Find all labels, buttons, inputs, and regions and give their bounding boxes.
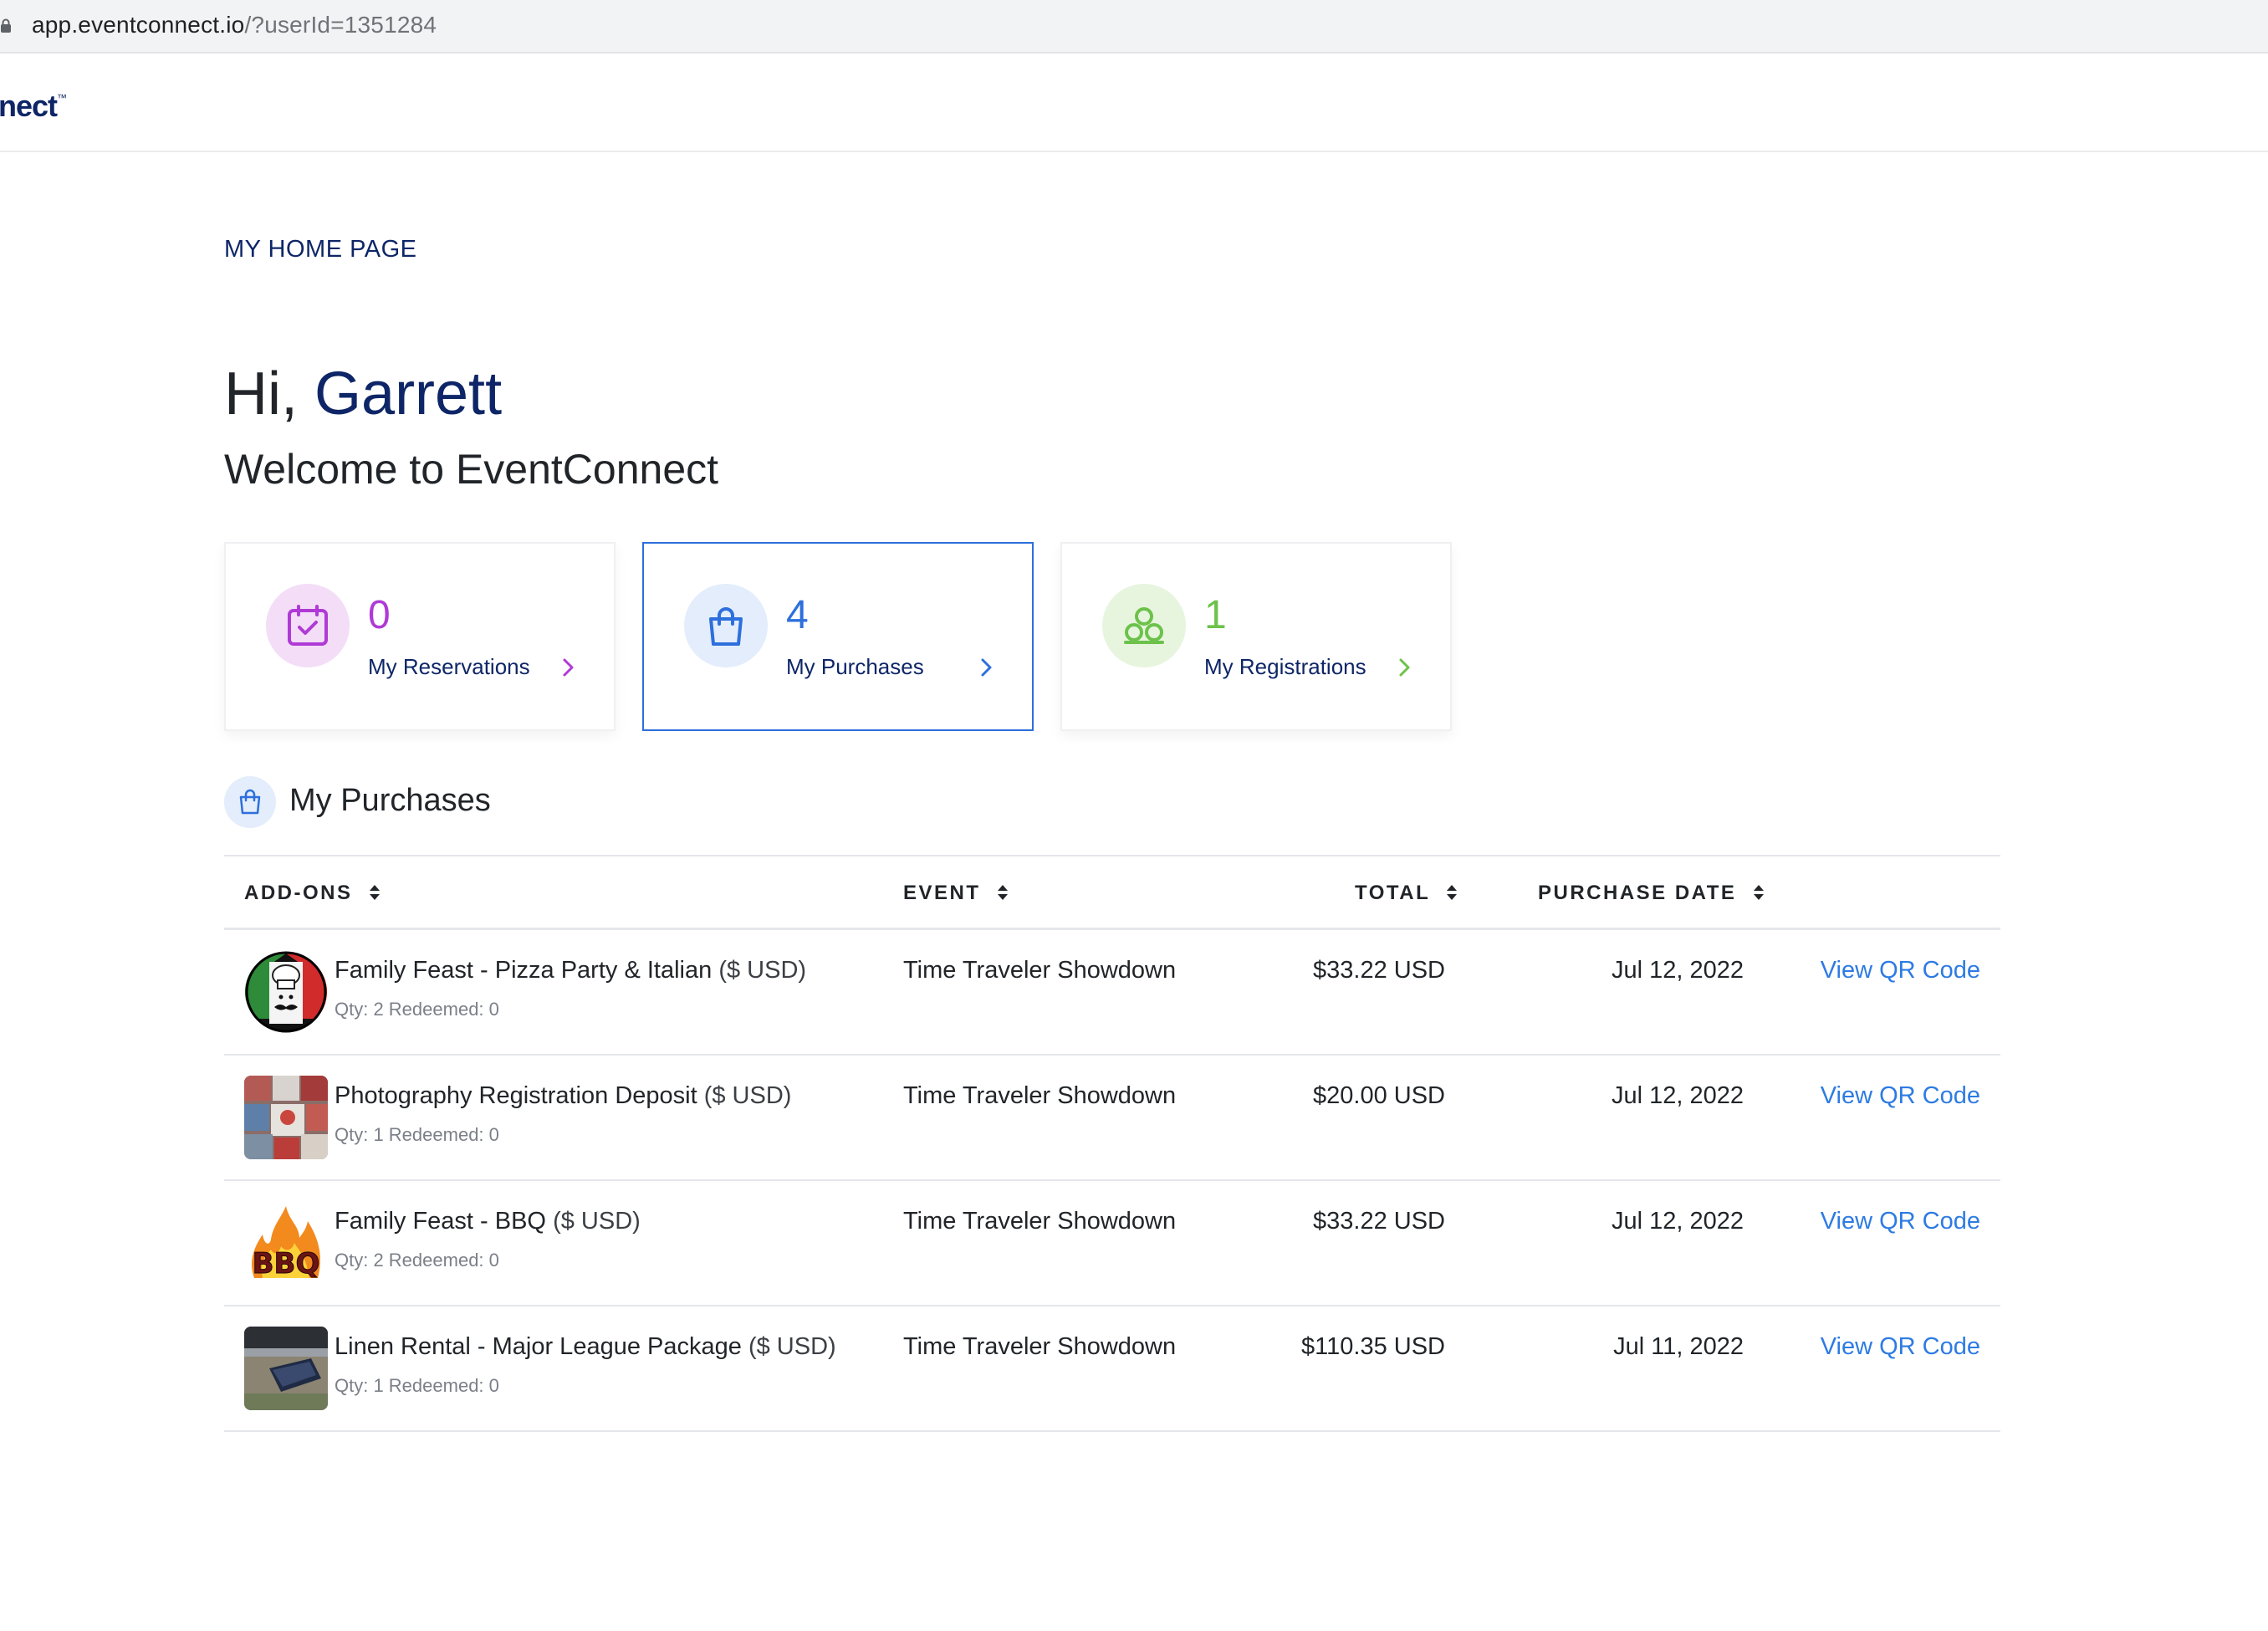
logo-text: nect bbox=[0, 89, 58, 123]
col-header-addons[interactable]: ADD-ONS bbox=[244, 882, 381, 905]
purchases-table: ADD-ONS EVENT TOTAL PURCHASE DATE Family… bbox=[224, 855, 2000, 1432]
sort-icon bbox=[997, 885, 1008, 900]
addon-title: Family Feast - BBQ bbox=[335, 1208, 546, 1235]
bbq-logo-text: BBQ bbox=[253, 1247, 320, 1281]
table-row: Family Feast - Pizza Party & Italian ($ … bbox=[224, 930, 2000, 1056]
purchase-date: Jul 12, 2022 bbox=[1611, 1208, 1744, 1235]
section-title: My Purchases bbox=[289, 783, 491, 818]
user-name: Garrett bbox=[314, 360, 503, 427]
sort-icon bbox=[369, 885, 380, 900]
event-name: Time Traveler Showdown bbox=[903, 957, 1177, 984]
app-header: nect™ bbox=[0, 55, 2268, 152]
view-qr-code-link[interactable]: View QR Code bbox=[1821, 1208, 1980, 1235]
table-header: ADD-ONS EVENT TOTAL PURCHASE DATE bbox=[224, 855, 2000, 930]
total-amount: $110.35 USD bbox=[1301, 1333, 1445, 1360]
addon-name: Photography Registration Deposit ($ USD) bbox=[335, 1082, 791, 1110]
url-host: app.eventconnect.io bbox=[32, 12, 245, 38]
addon-currency: ($ USD) bbox=[703, 1082, 792, 1109]
purchase-date: Jul 12, 2022 bbox=[1611, 957, 1744, 984]
event-name: Time Traveler Showdown bbox=[903, 1333, 1177, 1360]
bbq-flame-thumb: BBQ bbox=[244, 1201, 328, 1285]
greeting-hi: Hi, bbox=[224, 360, 298, 427]
addon-title: Photography Registration Deposit bbox=[335, 1082, 697, 1109]
addon-qty-redeemed: Qty: 2 Redeemed: 0 bbox=[335, 1250, 499, 1271]
purchase-date: Jul 11, 2022 bbox=[1613, 1333, 1744, 1360]
total-amount: $33.22 USD bbox=[1313, 1208, 1445, 1235]
col-header-event[interactable]: EVENT bbox=[903, 882, 1009, 905]
section-badge bbox=[224, 776, 276, 828]
table-row: BBQ Family Feast - BBQ ($ USD) Qty: 2 Re… bbox=[224, 1181, 2000, 1306]
breadcrumb[interactable]: MY HOME PAGE bbox=[224, 236, 417, 263]
col-header-date-label: PURCHASE DATE bbox=[1538, 882, 1737, 904]
url-text[interactable]: app.eventconnect.io/?userId=1351284 bbox=[32, 12, 437, 38]
table-row: Photography Registration Deposit ($ USD)… bbox=[224, 1056, 2000, 1181]
col-header-total[interactable]: TOTAL bbox=[1355, 882, 1458, 905]
purchases-count: 4 bbox=[786, 593, 809, 637]
col-header-purchase-date[interactable]: PURCHASE DATE bbox=[1538, 882, 1765, 905]
lock-icon bbox=[1, 18, 11, 33]
addon-currency: ($ USD) bbox=[553, 1208, 641, 1235]
registrations-label: My Registrations bbox=[1204, 654, 1366, 679]
col-header-addons-label: ADD-ONS bbox=[244, 882, 353, 904]
view-qr-code-link[interactable]: View QR Code bbox=[1821, 1333, 1980, 1361]
reservations-badge bbox=[266, 584, 350, 667]
reservations-label: My Reservations bbox=[368, 654, 530, 679]
total-amount: $33.22 USD bbox=[1313, 957, 1445, 984]
table-row: Linen Rental - Major League Package ($ U… bbox=[224, 1306, 2000, 1432]
reservations-card[interactable]: 0 My Reservations bbox=[224, 542, 616, 731]
browser-address-bar[interactable]: app.eventconnect.io/?userId=1351284 bbox=[0, 0, 2268, 54]
addon-qty-redeemed: Qty: 1 Redeemed: 0 bbox=[335, 1375, 499, 1396]
addon-qty-redeemed: Qty: 2 Redeemed: 0 bbox=[335, 999, 499, 1020]
registrations-count: 1 bbox=[1204, 593, 1227, 637]
welcome-subtitle: Welcome to EventConnect bbox=[224, 446, 719, 493]
view-qr-code-link[interactable]: View QR Code bbox=[1821, 957, 1980, 984]
addon-title: Family Feast - Pizza Party & Italian bbox=[335, 957, 713, 984]
eventconnect-logo[interactable]: nect™ bbox=[0, 89, 67, 124]
addon-name: Linen Rental - Major League Package ($ U… bbox=[335, 1333, 836, 1361]
event-name: Time Traveler Showdown bbox=[903, 1082, 1177, 1109]
shopping-bag-icon bbox=[709, 607, 743, 646]
registrations-card[interactable]: 1 My Registrations bbox=[1060, 542, 1452, 731]
addon-title: Linen Rental - Major League Package bbox=[335, 1333, 742, 1360]
purchases-badge bbox=[684, 584, 768, 667]
total-amount: $20.00 USD bbox=[1313, 1082, 1445, 1109]
reservations-count: 0 bbox=[368, 593, 391, 637]
italian-chef-thumb bbox=[244, 950, 328, 1034]
sort-icon bbox=[1447, 885, 1458, 900]
calendar-check-icon bbox=[288, 605, 328, 646]
photo-collage-thumb bbox=[244, 1076, 328, 1159]
logo-trademark: ™ bbox=[57, 92, 67, 104]
chevron-right-icon bbox=[1399, 658, 1410, 677]
col-header-event-label: EVENT bbox=[903, 882, 981, 904]
greeting-heading: Hi, Garrett bbox=[224, 360, 502, 428]
addon-currency: ($ USD) bbox=[748, 1333, 836, 1360]
addon-name: Family Feast - BBQ ($ USD) bbox=[335, 1208, 641, 1235]
col-header-total-label: TOTAL bbox=[1355, 882, 1430, 904]
chevron-right-icon bbox=[563, 658, 574, 677]
purchases-card[interactable]: 4 My Purchases bbox=[642, 542, 1034, 731]
shopping-bag-icon bbox=[239, 789, 261, 815]
view-qr-code-link[interactable]: View QR Code bbox=[1821, 1082, 1980, 1110]
event-name: Time Traveler Showdown bbox=[903, 1208, 1177, 1235]
addon-qty-redeemed: Qty: 1 Redeemed: 0 bbox=[335, 1124, 499, 1145]
purchases-label: My Purchases bbox=[786, 654, 924, 679]
purchase-date: Jul 12, 2022 bbox=[1611, 1082, 1744, 1109]
registrations-badge bbox=[1102, 584, 1186, 667]
circles-group-icon bbox=[1124, 607, 1164, 644]
dugout-thumb bbox=[244, 1327, 328, 1410]
chevron-right-icon bbox=[981, 658, 992, 677]
addon-currency: ($ USD) bbox=[718, 957, 807, 984]
addon-name: Family Feast - Pizza Party & Italian ($ … bbox=[335, 957, 806, 984]
url-path: /?userId=1351284 bbox=[244, 12, 437, 38]
sort-icon bbox=[1753, 885, 1764, 900]
